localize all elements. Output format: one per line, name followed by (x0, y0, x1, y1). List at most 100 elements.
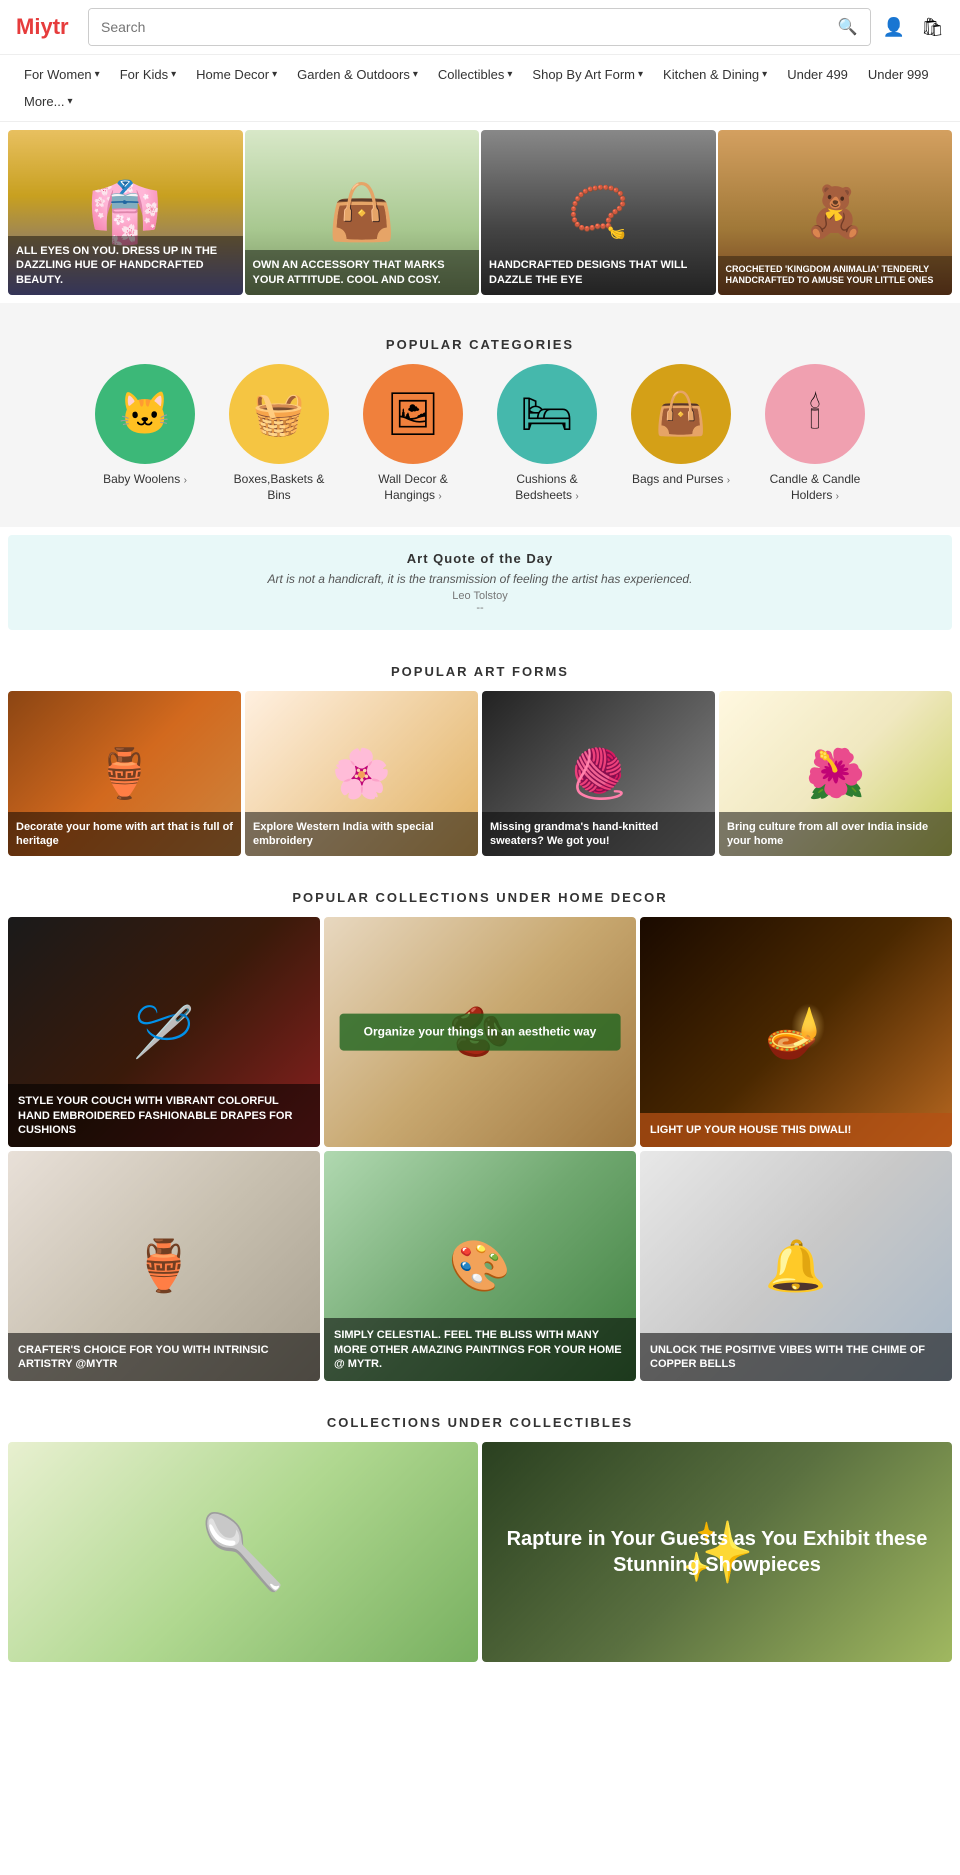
collectibles-text-2: Rapture in Your Guests as You Exhibit th… (502, 1526, 932, 1578)
nav-garden-outdoors[interactable]: Garden & Outdoors ▾ (289, 63, 426, 86)
logo-m: M (16, 14, 34, 39)
logo[interactable]: Miytr (16, 14, 76, 40)
chevron-down-icon: ▾ (413, 69, 418, 80)
home-decor-collections-title: POPULAR COLLECTIONS UNDER HOME DECOR (8, 872, 952, 917)
hero-card-toys[interactable]: 🧸 CROCHETED 'KINGDOM ANIMALIA' TENDERLY … (718, 130, 953, 295)
art-form-text-3: Missing grandma's hand-knitted sweaters?… (482, 812, 715, 857)
nav-collectibles[interactable]: Collectibles ▾ (430, 63, 521, 86)
chevron-down-icon: ▾ (272, 69, 277, 80)
art-form-card-3[interactable]: 🧶 Missing grandma's hand-knitted sweater… (482, 691, 715, 856)
art-quote-dash: -- (24, 602, 936, 614)
nav-for-women[interactable]: For Women ▾ (16, 63, 108, 86)
collection-text-2: Organize your things in an aesthetic way (340, 1014, 621, 1051)
nav-for-kids[interactable]: For Kids ▾ (112, 63, 184, 86)
category-circle: 🛏 (497, 364, 597, 464)
chevron-down-icon: ▾ (638, 69, 643, 80)
collectibles-grid: 🥄 ✨ Rapture in Your Guests as You Exhibi… (8, 1442, 952, 1662)
category-label: Wall Decor & Hangings › (358, 472, 468, 503)
art-quote-author: Leo Tolstoy (24, 590, 936, 602)
collectibles-title: COLLECTIONS UNDER COLLECTIBLES (8, 1397, 952, 1442)
art-form-text-2: Explore Western India with special embro… (245, 812, 478, 857)
collectibles-card-showpieces[interactable]: ✨ Rapture in Your Guests as You Exhibit … (482, 1442, 952, 1662)
category-wall-decor[interactable]: 🖼 Wall Decor & Hangings › (358, 364, 468, 503)
header: Miytr 🔍 👤 🛍 (0, 0, 960, 55)
category-baby-woolens[interactable]: 🐱 Baby Woolens › (90, 364, 200, 503)
collectibles-card-spoons[interactable]: 🥄 (8, 1442, 478, 1662)
arrow-icon: › (184, 475, 187, 486)
popular-art-forms-title: POPULAR ART FORMS (8, 646, 952, 691)
chevron-down-icon: ▾ (507, 69, 512, 80)
nav-label: More... (24, 94, 64, 109)
art-quote-section: Art Quote of the Day Art is not a handic… (8, 535, 952, 630)
collection-text-3: Light up your house this Diwali! (640, 1113, 952, 1147)
collection-card-organize[interactable]: 🫘 Organize your things in an aesthetic w… (324, 917, 636, 1147)
hero-text-jewelry: Handcrafted designs that will dazzle the… (481, 250, 716, 295)
hero-card-bag[interactable]: 👜 OWN AN ACCESSORY THAT MARKS YOUR ATTIT… (245, 130, 480, 295)
home-decor-collections-section: POPULAR COLLECTIONS UNDER HOME DECOR 🪡 S… (0, 864, 960, 1389)
collection-card-cushions[interactable]: 🪡 STYLE YOUR COUCH WITH VIBRANT COLORFUL… (8, 917, 320, 1147)
category-circle: 👜 (631, 364, 731, 464)
collection-text-4: CRAFTER'S CHOICE FOR YOU WITH INTRINSIC … (8, 1333, 320, 1382)
header-icons: 👤 🛍 (883, 17, 944, 38)
nav-label: Shop By Art Form (532, 67, 635, 82)
popular-categories-section: POPULAR CATEGORIES 🐱 Baby Woolens › 🧺 Bo… (0, 303, 960, 527)
nav-under-999[interactable]: Under 999 (860, 63, 937, 86)
art-quote-text: Art is not a handicraft, it is the trans… (24, 572, 936, 586)
arrow-icon: › (727, 475, 730, 486)
collection-text-6: Unlock the positive vibes with the chime… (640, 1333, 952, 1382)
art-quote-title: Art Quote of the Day (24, 551, 936, 566)
category-label: Bags and Purses › (632, 472, 730, 488)
nav-home-decor[interactable]: Home Decor ▾ (188, 63, 285, 86)
nav-label: Under 499 (787, 67, 848, 82)
chevron-down-icon: ▾ (95, 69, 100, 80)
art-form-card-1[interactable]: 🏺 Decorate your home with art that is fu… (8, 691, 241, 856)
navigation: For Women ▾ For Kids ▾ Home Decor ▾ Gard… (0, 55, 960, 122)
arrow-icon: › (438, 491, 441, 502)
art-form-card-4[interactable]: 🌺 Bring culture from all over India insi… (719, 691, 952, 856)
category-label: Cushions & Bedsheets › (492, 472, 602, 503)
collection-card-paintings[interactable]: 🎨 SIMPLY CELESTIAL. FEEL THE BLISS WITH … (324, 1151, 636, 1381)
logo-rest: ytr (40, 14, 68, 39)
nav-label: Kitchen & Dining (663, 67, 759, 82)
collection-card-diwali[interactable]: 🪔 Light up your house this Diwali! (640, 917, 952, 1147)
art-form-card-2[interactable]: 🌸 Explore Western India with special emb… (245, 691, 478, 856)
chevron-down-icon: ▾ (171, 69, 176, 80)
search-input[interactable] (89, 9, 826, 45)
category-circle: 🧺 (229, 364, 329, 464)
category-candle-holders[interactable]: 🕯 Candle & Candle Holders › (760, 364, 870, 503)
popular-art-forms-section: POPULAR ART FORMS 🏺 Decorate your home w… (0, 638, 960, 864)
chevron-down-icon: ▾ (67, 96, 72, 107)
art-form-text-4: Bring culture from all over India inside… (719, 812, 952, 857)
collectibles-section: COLLECTIONS UNDER COLLECTIBLES 🥄 ✨ Raptu… (0, 1389, 960, 1670)
category-label: Boxes,Baskets & Bins (224, 472, 334, 503)
collection-text-1: STYLE YOUR COUCH WITH VIBRANT COLORFUL H… (8, 1084, 320, 1147)
art-forms-grid: 🏺 Decorate your home with art that is fu… (8, 691, 952, 856)
search-button[interactable]: 🔍 (826, 9, 870, 45)
nav-label: For Women (24, 67, 92, 82)
nav-under-499[interactable]: Under 499 (779, 63, 856, 86)
hero-card-jewelry[interactable]: 📿 Handcrafted designs that will dazzle t… (481, 130, 716, 295)
collection-card-artistry[interactable]: 🏺 CRAFTER'S CHOICE FOR YOU WITH INTRINSI… (8, 1151, 320, 1381)
collectibles-image-1: 🥄 (8, 1442, 478, 1662)
collections-grid-bottom: 🏺 CRAFTER'S CHOICE FOR YOU WITH INTRINSI… (8, 1151, 952, 1381)
category-label: Baby Woolens › (103, 472, 187, 488)
category-circle: 🕯 (765, 364, 865, 464)
cart-icon[interactable]: 🛍 (921, 17, 944, 38)
category-circle: 🖼 (363, 364, 463, 464)
collection-card-copper-bells[interactable]: 🔔 Unlock the positive vibes with the chi… (640, 1151, 952, 1381)
nav-label: Garden & Outdoors (297, 67, 410, 82)
arrow-icon: › (836, 491, 839, 502)
hero-card-women[interactable]: 👘 ALL EYES ON YOU. DRESS UP IN THE DAZZL… (8, 130, 243, 295)
nav-label: Under 999 (868, 67, 929, 82)
category-bags-purses[interactable]: 👜 Bags and Purses › (626, 364, 736, 503)
nav-label: Collectibles (438, 67, 504, 82)
nav-label: Home Decor (196, 67, 269, 82)
nav-shop-by-art-form[interactable]: Shop By Art Form ▾ (524, 63, 651, 86)
nav-kitchen-dining[interactable]: Kitchen & Dining ▾ (655, 63, 775, 86)
nav-more[interactable]: More... ▾ (16, 90, 81, 113)
categories-row: 🐱 Baby Woolens › 🧺 Boxes,Baskets & Bins … (8, 364, 952, 503)
hero-banner-section: 👘 ALL EYES ON YOU. DRESS UP IN THE DAZZL… (0, 122, 960, 303)
category-cushions-bedsheets[interactable]: 🛏 Cushions & Bedsheets › (492, 364, 602, 503)
account-icon[interactable]: 👤 (883, 17, 905, 38)
category-boxes-baskets[interactable]: 🧺 Boxes,Baskets & Bins (224, 364, 334, 503)
